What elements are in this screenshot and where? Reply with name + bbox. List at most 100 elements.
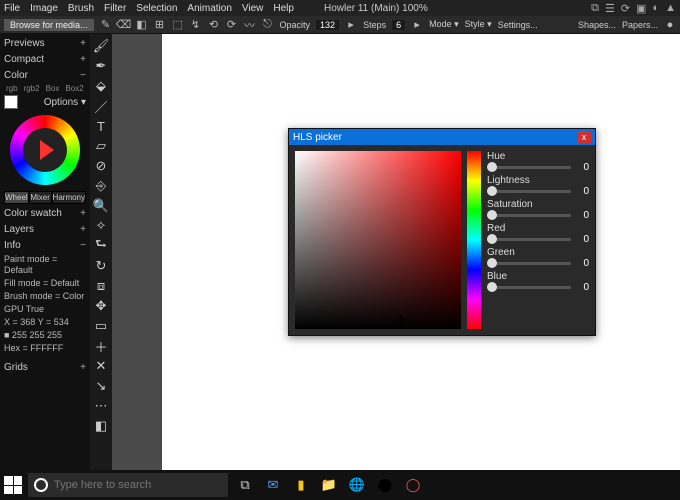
- menu-view[interactable]: View: [242, 3, 264, 14]
- panel-layers[interactable]: Layers: [4, 224, 34, 235]
- opacity-value[interactable]: 132: [316, 20, 339, 30]
- stepper-icon[interactable]: ▸: [411, 19, 423, 31]
- papers-link[interactable]: Papers...: [622, 20, 658, 30]
- menu-help[interactable]: Help: [273, 3, 294, 14]
- tab-wheel[interactable]: Wheel: [4, 191, 29, 204]
- tab-harmony[interactable]: Harmony: [52, 191, 86, 204]
- menu-brush[interactable]: Brush: [68, 3, 94, 14]
- start-button[interactable]: [4, 476, 22, 494]
- stepper-icon[interactable]: ▸: [345, 19, 357, 31]
- menu-image[interactable]: Image: [30, 3, 58, 14]
- taskbar-app-icon[interactable]: ✉: [262, 474, 284, 496]
- menu-file[interactable]: File: [4, 3, 20, 14]
- collapse-icon[interactable]: −: [80, 70, 86, 81]
- tool-icon[interactable]: ⌫: [118, 19, 130, 31]
- browse-button[interactable]: Browse for media...: [4, 19, 94, 31]
- red-slider[interactable]: [487, 238, 571, 241]
- panel-swatch[interactable]: Color swatch: [4, 208, 62, 219]
- lasso-tool-icon[interactable]: ⊘: [93, 158, 109, 174]
- move-tool-icon[interactable]: ⮑: [93, 238, 109, 254]
- add-tool-icon[interactable]: ＋: [93, 338, 109, 354]
- options-dropdown[interactable]: Options ▾: [44, 97, 86, 108]
- tool-icon[interactable]: ✎: [100, 19, 112, 31]
- color-gradient[interactable]: [295, 151, 461, 329]
- hue-bar[interactable]: [467, 151, 481, 329]
- taskbar-app-icon[interactable]: 📁: [318, 474, 340, 496]
- text-tool-icon[interactable]: T: [93, 118, 109, 134]
- titlebar-icon[interactable]: ⟳: [621, 2, 630, 15]
- tab-rgb2[interactable]: rgb2: [22, 84, 42, 93]
- panel-grids[interactable]: Grids: [4, 362, 28, 373]
- panel-color[interactable]: Color: [4, 70, 28, 81]
- task-view-icon[interactable]: ⧉: [234, 474, 256, 496]
- menu-selection[interactable]: Selection: [136, 3, 177, 14]
- settings-link[interactable]: Settings...: [498, 20, 538, 30]
- blue-slider[interactable]: [487, 286, 571, 289]
- tab-box2[interactable]: Box2: [63, 84, 85, 93]
- steps-value[interactable]: 6: [392, 20, 405, 30]
- hand-tool-icon[interactable]: ✥: [93, 298, 109, 314]
- panel-compact[interactable]: Compact: [4, 54, 44, 65]
- tool-icon[interactable]: ◧: [136, 19, 148, 31]
- wand-tool-icon[interactable]: ✧: [93, 218, 109, 234]
- zoom-tool-icon[interactable]: 🔍: [93, 198, 109, 214]
- collapse-icon[interactable]: −: [80, 240, 86, 251]
- brush-tool-icon[interactable]: 🖌: [93, 38, 109, 54]
- tool-icon[interactable]: ⟳: [226, 19, 238, 31]
- titlebar-icon[interactable]: ▲: [665, 2, 676, 15]
- color-swatch[interactable]: [4, 95, 18, 109]
- tab-box[interactable]: Box: [44, 84, 62, 93]
- rect-tool-icon[interactable]: ▭: [93, 318, 109, 334]
- fill-tool-icon[interactable]: ⬙: [93, 78, 109, 94]
- tool-icon[interactable]: ⟲: [208, 19, 220, 31]
- green-slider[interactable]: [487, 262, 571, 265]
- crop-tool-icon[interactable]: ⧈: [93, 278, 109, 294]
- saturation-slider[interactable]: [487, 214, 571, 217]
- paper-color-icon[interactable]: ●: [664, 19, 676, 31]
- shapes-link[interactable]: Shapes...: [578, 20, 616, 30]
- dialog-titlebar[interactable]: HLS picker x: [289, 129, 595, 145]
- titlebar-icon[interactable]: ▣: [636, 2, 646, 15]
- menu-animation[interactable]: Animation: [187, 3, 231, 14]
- tool-icon[interactable]: ↯: [190, 19, 202, 31]
- expand-icon[interactable]: +: [80, 208, 86, 219]
- color-wheel[interactable]: [10, 115, 80, 185]
- swatch-tool-icon[interactable]: ◧: [93, 418, 109, 434]
- taskbar-app-icon[interactable]: ▮: [290, 474, 312, 496]
- tab-mixer[interactable]: Mixer: [29, 191, 52, 204]
- close-button[interactable]: x: [577, 131, 591, 143]
- titlebar-icon[interactable]: ⧉: [591, 2, 599, 15]
- search-input[interactable]: [54, 479, 204, 491]
- shape-tool-icon[interactable]: ▱: [93, 138, 109, 154]
- tab-rgb[interactable]: rgb: [4, 84, 20, 93]
- tool-icon[interactable]: ⬚: [172, 19, 184, 31]
- menu-filter[interactable]: Filter: [104, 3, 126, 14]
- expand-icon[interactable]: +: [80, 54, 86, 65]
- rotate-tool-icon[interactable]: ↻: [93, 258, 109, 274]
- titlebar-icon[interactable]: ☰: [605, 2, 615, 15]
- lightness-slider[interactable]: [487, 190, 571, 193]
- taskbar-app-icon[interactable]: ◯: [402, 474, 424, 496]
- style-dropdown[interactable]: Style ▾: [465, 19, 492, 30]
- tool-icon[interactable]: 〰: [244, 19, 256, 31]
- expand-icon[interactable]: +: [80, 224, 86, 235]
- cortana-icon[interactable]: [34, 478, 48, 492]
- eyedrop-tool-icon[interactable]: ⎆: [93, 178, 109, 194]
- titlebar-icon[interactable]: ◐: [652, 2, 659, 15]
- panel-info[interactable]: Info: [4, 240, 21, 251]
- mode-dropdown[interactable]: Mode ▾: [429, 19, 459, 30]
- misc-tool-icon[interactable]: ⋯: [93, 398, 109, 414]
- tool-icon[interactable]: ⎋: [262, 19, 274, 31]
- search-box[interactable]: [28, 473, 228, 497]
- taskbar-app-icon[interactable]: ⬤: [374, 474, 396, 496]
- line-tool-icon[interactable]: ／: [93, 98, 109, 114]
- arrow-tool-icon[interactable]: ↘: [93, 378, 109, 394]
- panel-previews[interactable]: Previews: [4, 38, 45, 49]
- cross-tool-icon[interactable]: ✕: [93, 358, 109, 374]
- expand-icon[interactable]: +: [80, 38, 86, 49]
- tool-icon[interactable]: ⊞: [154, 19, 166, 31]
- taskbar-app-icon[interactable]: 🌐: [346, 474, 368, 496]
- expand-icon[interactable]: +: [80, 362, 86, 373]
- pen-tool-icon[interactable]: ✒: [93, 58, 109, 74]
- hue-slider[interactable]: [487, 166, 571, 169]
